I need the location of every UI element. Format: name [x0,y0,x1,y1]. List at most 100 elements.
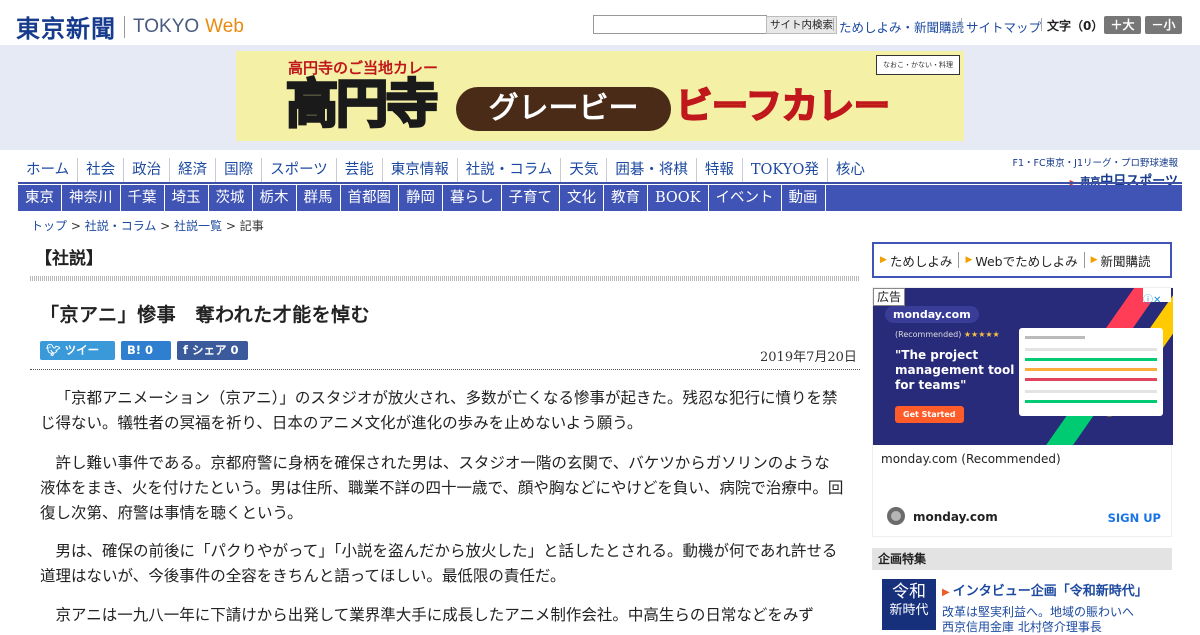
nav2-item-living[interactable]: 暮らし [443,185,502,211]
trial-subscribe-link[interactable]: ためしよみ・新聞購読 [839,17,964,36]
breadcrumb-current: 記事 [239,219,264,233]
ad-product-screenshot [1019,328,1163,416]
top-banner-ad[interactable]: 高円寺のご当地カレー 高円寺 グレービー ビーフカレー なおこ・かない・料理 [236,51,964,141]
chunichi-sports-caption: F1・FC東京・J1リーグ・プロ野球速報 [1012,158,1178,169]
nav2-item-gunma[interactable]: 群馬 [297,185,341,211]
nav2-item-culture[interactable]: 文化 [560,185,604,211]
ad-caption: monday.com (Recommended) [881,452,1061,466]
breadcrumb-category[interactable]: 社説・コラム [85,219,157,233]
site-logo[interactable]: 東京新聞 TOKYO Web [16,9,244,44]
nav-item-editorial-column[interactable]: 社説・コラム [458,158,562,182]
secondary-nav: 東京 神奈川 千葉 埼玉 茨城 栃木 群馬 首都圏 静岡 暮らし 子育て 文化 … [18,185,1182,211]
trial-reading-label: ためしよみ [889,253,953,269]
screenshot-row [1025,368,1157,371]
nav-item-tokyo-hatsu[interactable]: TOKYO発 [743,158,828,182]
trial-reading-link[interactable]: ▶ ためしよみ [874,251,958,270]
font-smaller-button[interactable]: －小 [1145,16,1182,34]
nav-item-tokyo-info[interactable]: 東京情報 [383,158,458,182]
primary-nav: ホーム 社会 政治 経済 国際 スポーツ 芸能 東京情報 社説・コラム 天気 囲… [18,158,873,182]
screenshot-row [1025,400,1157,403]
nav-item-international[interactable]: 国際 [216,158,263,182]
facebook-icon: f [183,343,189,357]
hatena-bookmark-button[interactable]: B! 0 [121,341,171,360]
triangle-icon: ▶ [880,255,887,265]
triangle-icon: ▶ [1090,255,1098,265]
font-bigger-button[interactable]: ＋大 [1104,16,1141,34]
banner-headline: 高円寺 [284,74,439,137]
ad-quote: "The project management tool for teams" [895,348,1015,392]
article-paragraph: 男は、確保の前後に「パクりやがって」「小説を盗んだから放火した」と話したとされる… [40,542,838,585]
feature-title-link[interactable]: ▶ インタビュー企画「令和新時代」 [942,580,1148,599]
nav2-item-parenting[interactable]: 子育て [502,185,560,211]
article-date: 2019年7月20日 [760,350,857,365]
newspaper-subscribe-link[interactable]: ▶ 新聞購読 [1085,251,1157,270]
logo-tokyo: TOKYO [133,15,200,37]
nav2-item-chiba[interactable]: 千葉 [121,185,165,211]
banner-pill-text: グレービー [488,91,639,126]
nav2-item-tokyo[interactable]: 東京 [18,185,62,211]
banner-badge: なおこ・かない・料理 [876,55,960,75]
breadcrumb-top[interactable]: トップ [31,219,67,233]
ad-brand: monday.com [885,306,979,323]
header-divider [961,18,962,31]
nav-item-home[interactable]: ホーム [18,158,79,182]
nav-item-special-report[interactable]: 特報 [697,158,743,182]
nav2-item-event[interactable]: イベント [709,185,782,211]
facebook-share-button[interactable]: f シェア 0 [177,341,248,360]
screenshot-row [1025,378,1157,381]
nav2-item-education[interactable]: 教育 [604,185,648,211]
nav2-item-kanagawa[interactable]: 神奈川 [62,185,121,211]
site-search-button[interactable]: サイト内検索 [766,16,837,34]
nav-item-entertainment[interactable]: 芸能 [337,158,383,182]
article-paragraph: 許し難い事件である。京都府警に身柄を確保された男は、スタジオ一階の玄関で、バケツ… [40,454,844,522]
globe-icon [887,507,905,525]
sidebar-ad[interactable]: monday.com (Recommended) ★★★★★ "The proj… [872,287,1173,537]
share-count: 0 [230,343,239,357]
ad-recommended: (Recommended) ★★★★★ [895,330,1000,339]
breadcrumb-separator: > [222,219,240,233]
nav-item-economy[interactable]: 経済 [170,158,217,182]
breadcrumb-list[interactable]: 社説一覧 [174,219,222,233]
nav2-item-video[interactable]: 動画 [782,185,826,211]
search-input[interactable] [593,15,767,34]
section-hatch-divider [30,276,860,281]
rating-stars-icon: ★★★★★ [963,330,1000,339]
adchoices-icon[interactable]: ⓘ✕ [1143,288,1171,306]
triangle-icon: ▶ [965,255,973,265]
feature-thumbnail[interactable]: 令和 新時代 [882,579,936,630]
header-divider [1041,18,1042,31]
feature-sub-line2: 西京信用金庫 北村啓介理事長 [942,620,1102,634]
ad-domain: monday.com [913,510,998,524]
ad-image: monday.com (Recommended) ★★★★★ "The proj… [873,288,1173,445]
feature-title: インタビュー企画「令和新時代」 [952,584,1148,599]
article-paragraph: 京アニは一九八一年に下請けから出発して業界準大手に成長したアニメ制作会社。中高生… [55,606,814,624]
nav-item-weather[interactable]: 天気 [561,158,608,182]
banner-pill: グレービー [456,87,671,131]
nav-item-politics[interactable]: 政治 [124,158,171,182]
nav-item-core[interactable]: 核心 [828,158,873,182]
nav2-item-saitama[interactable]: 埼玉 [165,185,209,211]
nav2-item-shizuoka[interactable]: 静岡 [399,185,443,211]
nav2-item-tochigi[interactable]: 栃木 [253,185,297,211]
web-trial-link[interactable]: ▶ Webでためしよみ [959,251,1083,270]
nav2-item-shutoken[interactable]: 首都圏 [341,185,399,211]
thumb-line1: 令和 [892,582,926,602]
ad-recommended-text: (Recommended) [895,330,962,339]
nav2-item-ibaraki[interactable]: 茨城 [209,185,253,211]
nav-item-go-shogi[interactable]: 囲碁・将棋 [607,158,697,182]
feature-box: 企画特集 令和 新時代 ▶ インタビュー企画「令和新時代」 改革は堅実利益へ。地域… [872,548,1172,634]
nav-item-sports[interactable]: スポーツ [262,158,337,182]
feature-header: 企画特集 [872,548,1172,570]
nav2-item-book[interactable]: BOOK [648,185,709,211]
feature-sub-line1: 改革は堅実利益へ。地域の賑わいへ [942,605,1135,619]
screenshot-row [1025,348,1157,351]
screenshot-row [1025,358,1157,361]
ad-signup-button[interactable]: SIGN UP [1108,511,1161,525]
site-header: 東京新聞 TOKYO Web サイト内検索 ためしよみ・新聞購読 サイトマップ … [0,0,1200,45]
tweet-button[interactable]: 🐦︎ ツイート [40,341,115,376]
sitemap-link[interactable]: サイトマップ [966,17,1041,36]
ad-info-icon: ⓘ✕ [1143,295,1162,306]
nav-item-society[interactable]: 社会 [78,158,125,182]
article-paragraph: 「京都アニメーション（京アニ）」のスタジオが放火され、多数が亡くなる惨事が起きた… [40,389,838,432]
ad-get-started-button[interactable]: Get Started [895,406,964,423]
